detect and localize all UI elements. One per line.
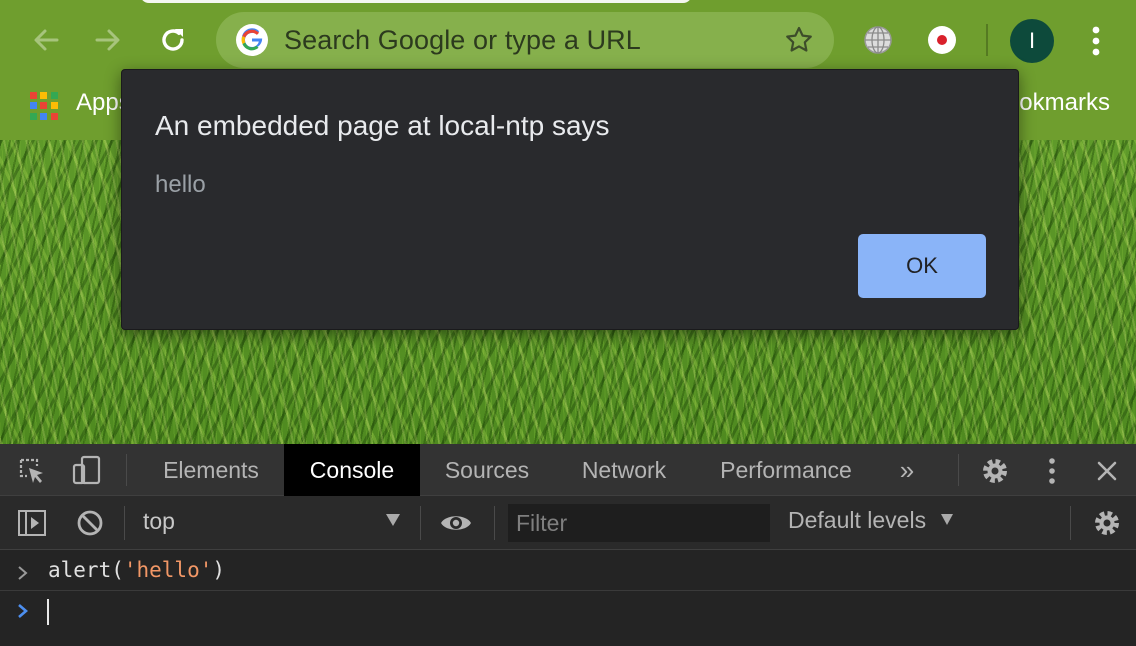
toolbar-divider <box>494 506 495 540</box>
back-arrow-icon <box>34 29 59 51</box>
toolbar-separator <box>986 24 988 56</box>
apps-grid-icon[interactable] <box>30 92 58 120</box>
console-toolbar: top Default levels <box>0 496 1136 550</box>
ok-button[interactable]: OK <box>858 234 986 298</box>
alert-dialog: An embedded page at local-ntp says hello… <box>121 69 1019 330</box>
omnibox-placeholder: Search Google or type a URL <box>284 25 641 55</box>
reload-button[interactable] <box>153 20 193 60</box>
dialog-title: An embedded page at local-ntp says <box>155 110 610 141</box>
close-devtools-icon[interactable] <box>1094 458 1120 484</box>
console-prompt[interactable] <box>0 592 1136 630</box>
device-toolbar-icon[interactable] <box>70 454 104 486</box>
active-tab-edge[interactable] <box>140 0 692 3</box>
toolbar-divider <box>124 506 125 540</box>
tab-elements[interactable]: Elements <box>140 444 282 496</box>
google-g-icon <box>236 24 268 56</box>
customize-menu-icon[interactable] <box>1040 456 1064 486</box>
reload-icon <box>162 29 184 51</box>
kebab-menu-icon[interactable] <box>1082 24 1110 58</box>
bookmark-star-icon[interactable] <box>784 25 814 55</box>
console-entry: alert('hello') <box>0 553 1136 591</box>
clear-console-icon[interactable] <box>74 507 106 539</box>
tab-sources[interactable]: Sources <box>422 444 552 496</box>
chevron-down-icon[interactable] <box>386 514 400 526</box>
forward-button[interactable] <box>88 20 128 60</box>
tabbar-divider <box>126 454 127 486</box>
console-command: alert('hello') <box>48 558 226 582</box>
omnibox[interactable]: Search Google or type a URL <box>216 12 834 68</box>
more-tabs-button[interactable]: » <box>882 444 932 496</box>
tabbar-divider <box>958 454 959 486</box>
toolbar-divider <box>1070 506 1071 540</box>
sidebar-toggle-icon[interactable] <box>16 507 48 539</box>
toolbar-divider <box>420 506 421 540</box>
devtools-panel: Elements Console Sources Network Perform… <box>0 444 1136 646</box>
input-chevron-icon <box>18 566 28 580</box>
log-levels-select[interactable]: Default levels <box>788 507 926 534</box>
dialog-message: hello <box>155 171 206 198</box>
tab-performance[interactable]: Performance <box>696 444 876 496</box>
inspect-element-icon[interactable] <box>16 456 48 486</box>
other-bookmarks[interactable]: Bookmarks <box>1011 89 1110 117</box>
prompt-chevron-icon <box>18 604 28 618</box>
execution-context-select[interactable]: top <box>143 508 175 535</box>
text-caret <box>47 599 49 625</box>
globe-extension-icon[interactable] <box>862 24 894 56</box>
live-expression-eye-icon[interactable] <box>438 508 474 538</box>
devtools-tabbar: Elements Console Sources Network Perform… <box>0 444 1136 496</box>
settings-gear-icon[interactable] <box>978 454 1012 488</box>
profile-avatar[interactable]: I <box>1010 19 1054 63</box>
forward-arrow-icon <box>95 29 120 51</box>
console-settings-gear-icon[interactable] <box>1090 506 1124 540</box>
chevron-down-icon[interactable] <box>941 514 953 525</box>
back-button[interactable] <box>26 20 66 60</box>
tab-console[interactable]: Console <box>284 444 420 496</box>
record-extension-icon[interactable] <box>926 24 958 56</box>
filter-input[interactable] <box>508 504 770 542</box>
tab-network[interactable]: Network <box>558 444 690 496</box>
